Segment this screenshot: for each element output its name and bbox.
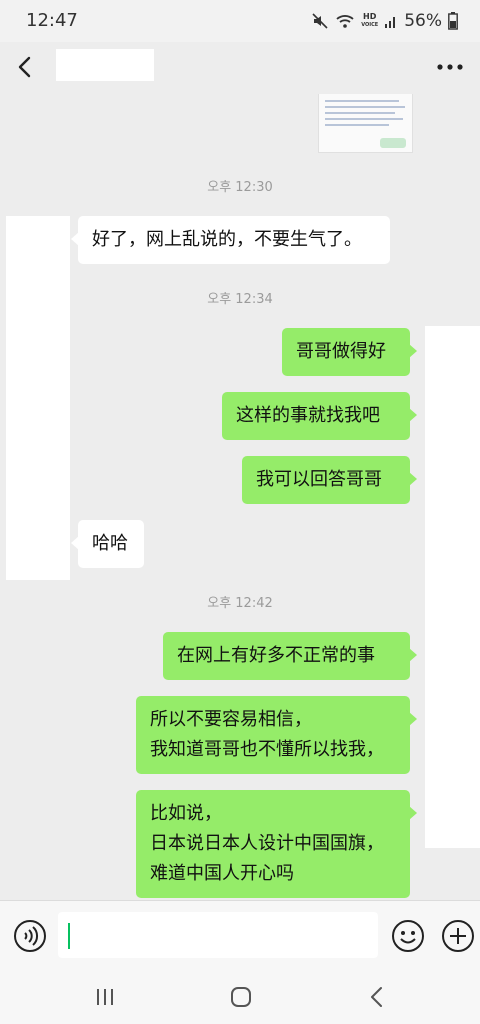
message-bubble[interactable]: 在网上有好多不正常的事 [163, 632, 417, 680]
back-icon [371, 987, 382, 1007]
chat-header [0, 42, 480, 94]
message-bubble[interactable]: 好了，网上乱说的，不要生气了。 [71, 216, 390, 264]
status-time: 12:47 [26, 10, 78, 31]
system-back-button[interactable] [362, 984, 392, 1010]
more-functions-button[interactable] [440, 918, 476, 954]
status-icons: HD VOICE 56% [311, 10, 458, 32]
avatar[interactable] [6, 216, 70, 580]
emoji-icon [392, 920, 424, 952]
timestamp: 오후 12:34 [207, 292, 273, 307]
avatar[interactable] [425, 326, 480, 848]
input-bar [0, 900, 480, 971]
message-bubble[interactable]: 哥哥做得好 [282, 328, 417, 376]
message-bubble[interactable]: 所以不要容易相信， 我知道哥哥也不懂所以找我， [136, 696, 417, 774]
timestamp: 오후 12:30 [207, 180, 273, 195]
more-button[interactable] [434, 54, 466, 80]
message-bubble[interactable]: 比如说， 日本说日本人设计中国国旗， 难道中国人开心吗 [136, 790, 417, 898]
message-bubble[interactable]: 哈哈 [71, 520, 144, 568]
mute-icon [311, 12, 329, 30]
signal-icon [384, 13, 398, 29]
back-button[interactable] [10, 52, 40, 82]
home-button[interactable] [226, 984, 256, 1010]
message-input[interactable] [58, 912, 378, 958]
image-message-thumbnail[interactable] [318, 94, 413, 153]
voice-button[interactable] [12, 918, 48, 954]
chevron-left-icon [18, 56, 31, 78]
voice-icon [14, 920, 46, 952]
emoji-button[interactable] [390, 918, 426, 954]
status-bar: 12:47 HD VOICE 56% [0, 0, 480, 42]
plus-icon [442, 920, 474, 952]
message-bubble[interactable]: 我可以回答哥哥 [242, 456, 417, 504]
recent-apps-button[interactable] [90, 984, 120, 1010]
wifi-icon [335, 12, 355, 30]
home-icon [231, 987, 251, 1007]
timestamp: 오후 12:42 [207, 596, 273, 611]
system-navigation [0, 970, 480, 1024]
hd-voice-label: HD VOICE [361, 12, 379, 29]
text-cursor [68, 923, 70, 949]
chat-title [56, 49, 154, 81]
message-bubble[interactable]: 这样的事就找我吧 [222, 392, 417, 440]
battery-icon [448, 12, 458, 30]
recent-apps-icon [97, 989, 113, 1005]
battery-percent: 56% [404, 11, 442, 31]
more-dots-icon [437, 64, 463, 70]
message-list[interactable]: 오후 12:30 好了，网上乱说的，不要生气了。 오후 12:34 哥哥做得好 … [0, 94, 480, 900]
